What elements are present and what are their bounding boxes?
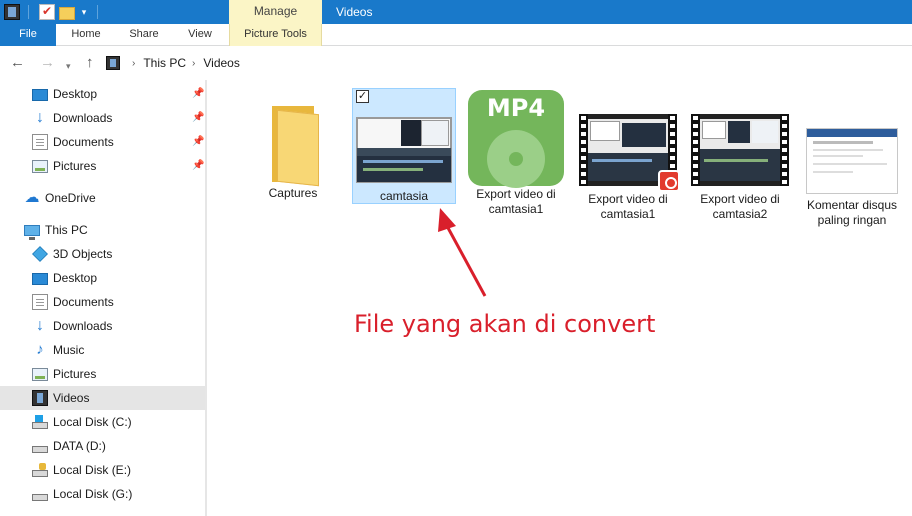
annotation-arrow: [438, 208, 487, 297]
annotation-text: File yang akan di convert: [354, 310, 656, 338]
